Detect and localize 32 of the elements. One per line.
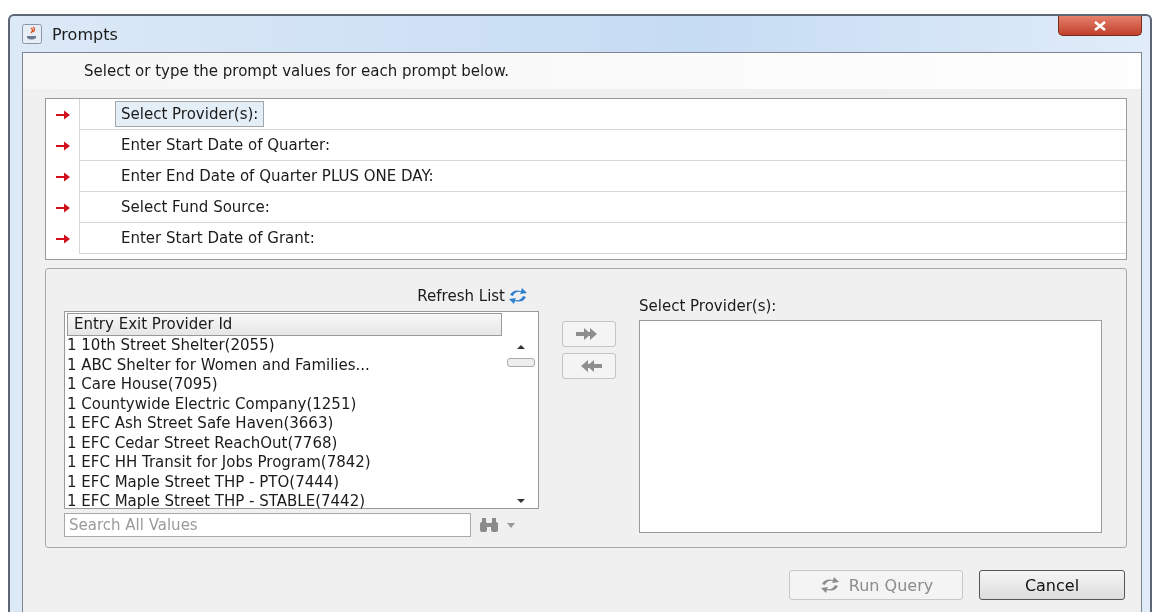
binoculars-icon[interactable] <box>479 517 499 533</box>
list-item[interactable]: 1 EFC Cedar Street ReachOut(7768) <box>67 433 504 453</box>
add-button[interactable] <box>562 321 616 347</box>
selected-list-label: Select Provider(s): <box>639 297 778 317</box>
close-icon <box>1093 20 1107 31</box>
list-item[interactable]: 1 ABC Shelter for Women and Families... <box>67 355 504 375</box>
list-item[interactable]: 1 EFC HH Transit for Jobs Program(7842) <box>67 453 504 473</box>
scroll-down-icon[interactable] <box>516 498 526 504</box>
refresh-icon[interactable] <box>507 288 529 304</box>
instruction-text: Select or type the prompt values for each prompt below. <box>84 62 510 80</box>
prompt-item[interactable]: Enter Start Date of Grant: <box>115 225 321 251</box>
list-item[interactable]: 1 EFC Maple Street THP - PTO(7444) <box>67 472 504 492</box>
window-title: Prompts <box>52 24 118 44</box>
list-item[interactable]: 1 EFC Ash Street Safe Haven(3663) <box>67 414 504 434</box>
coffee-cup-icon <box>22 24 42 44</box>
dropdown-caret-icon[interactable] <box>507 522 515 528</box>
list-item[interactable]: 1 Care House(7095) <box>67 375 504 395</box>
prompt-item[interactable]: Enter End Date of Quarter PLUS ONE DAY: <box>115 163 440 189</box>
refresh-list-link[interactable]: Refresh List <box>417 287 505 305</box>
prompt-item[interactable]: Select Fund Source: <box>115 194 276 220</box>
prompt-item[interactable]: Enter Start Date of Quarter: <box>115 132 337 158</box>
list-item[interactable]: 1 EFC Maple Street THP - STABLE(7442) <box>67 492 504 512</box>
list-item[interactable]: 1 10th Street Shelter(2055) <box>67 336 504 356</box>
search-field[interactable]: Search All Values <box>64 513 471 537</box>
column-header[interactable]: Entry Exit Provider Id <box>67 313 502 336</box>
remove-button[interactable] <box>562 353 616 379</box>
prompt-item[interactable]: Select Provider(s): <box>115 101 265 127</box>
list-item[interactable]: 1 Countywide Electric Company(1251) <box>67 394 504 414</box>
close-button[interactable] <box>1058 16 1142 36</box>
cancel-button[interactable]: Cancel <box>979 570 1125 600</box>
scroll-up-icon[interactable] <box>516 344 526 350</box>
scrollbar-thumb[interactable] <box>507 358 535 367</box>
